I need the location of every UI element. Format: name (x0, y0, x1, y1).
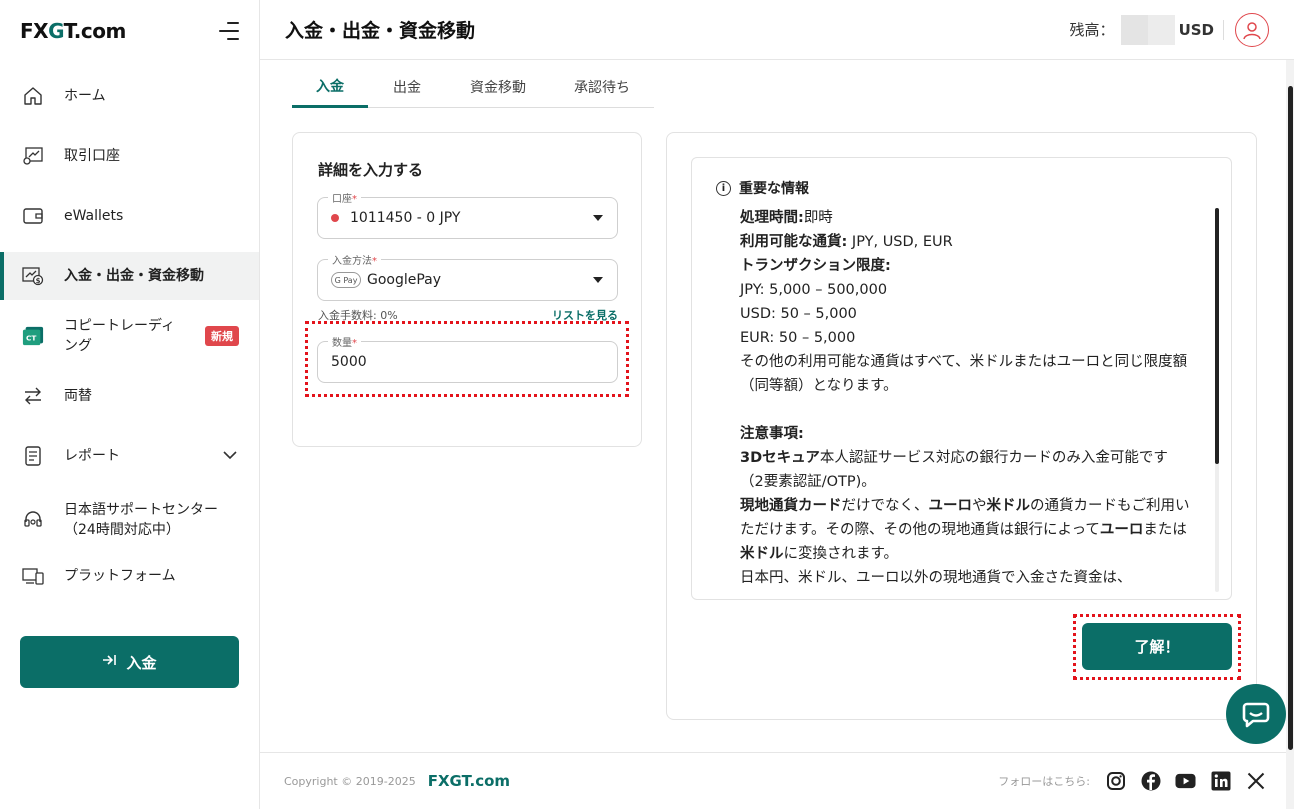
copy-trading-icon: CT (22, 325, 44, 347)
funds-tabs: 入金 出金 資金移動 承認待ち (292, 66, 654, 108)
sidebar-item-copy-trading[interactable]: CT コピートレーディング 新規 (0, 312, 259, 360)
deposit-withdraw-icon: $ (22, 265, 44, 287)
dropdown-caret-icon (593, 277, 603, 283)
balance-display: 残高： USD (1070, 14, 1214, 45)
sidebar-item-home[interactable]: ホーム (0, 72, 259, 120)
sidebar-deposit-button[interactable]: 入金 (20, 636, 239, 688)
info-heading: i 重要な情報 (716, 178, 809, 198)
sidebar-item-label: レポート (64, 448, 120, 464)
sidebar: FXGT.com ホーム 取引口座 eWallets $ 入金・出金・資金移動 … (0, 0, 260, 809)
linkedin-icon[interactable] (1210, 771, 1231, 792)
sidebar-item-label: 日本語サポートセンター（24時間対応中） (64, 502, 218, 538)
account-value: 1011450 - 0 JPY (350, 210, 461, 226)
sidebar-item-funds[interactable]: $ 入金・出金・資金移動 (0, 252, 259, 300)
x-icon[interactable] (1245, 771, 1266, 792)
footer-brand-link[interactable]: FXGT.com (428, 772, 510, 790)
menu-toggle-icon[interactable] (219, 22, 239, 40)
wallet-icon (22, 205, 44, 227)
account-select[interactable]: 口座* 1011450 - 0 JPY (317, 190, 618, 239)
info-icon: i (716, 180, 731, 196)
social-links (1105, 771, 1266, 792)
report-icon (22, 445, 44, 467)
fee-row: 入金手数料: 0% リストを見る (318, 307, 618, 321)
top-header: 入金・出金・資金移動 残高： USD (260, 0, 1294, 60)
highlight-box-amount (305, 321, 629, 397)
sidebar-item-trading-account[interactable]: 取引口座 (0, 132, 259, 180)
payment-method-select[interactable]: 入金方法* G Pay GooglePay (317, 252, 618, 301)
dropdown-caret-icon (593, 215, 603, 221)
payment-method-value: GooglePay (367, 272, 442, 288)
logo-row: FXGT.com (0, 0, 259, 62)
fxgt-logo[interactable]: FXGT.com (20, 19, 126, 43)
tab-pending[interactable]: 承認待ち (550, 66, 654, 107)
page-title: 入金・出金・資金移動 (285, 20, 476, 42)
sidebar-item-label: 両替 (64, 388, 92, 404)
instagram-icon[interactable] (1105, 771, 1126, 792)
sidebar-item-label: コピートレーディング (64, 318, 176, 354)
google-pay-icon: G Pay (331, 272, 361, 288)
facebook-icon[interactable] (1140, 771, 1161, 792)
follow-text: フォローはこちら: (998, 775, 1090, 788)
youtube-icon[interactable] (1175, 771, 1196, 792)
header-divider (1223, 19, 1224, 40)
login-arrow-icon (102, 653, 118, 671)
sidebar-item-label: eWallets (64, 208, 124, 224)
account-status-dot (331, 214, 339, 222)
fee-text: 入金手数料: 0% (318, 309, 398, 321)
tab-withdraw[interactable]: 出金 (368, 66, 446, 107)
sidebar-item-platform[interactable]: プラットフォーム (0, 552, 259, 600)
user-avatar-icon[interactable] (1235, 12, 1269, 47)
balance-mask (1120, 14, 1175, 45)
sidebar-item-ewallets[interactable]: eWallets (0, 192, 259, 240)
home-icon (22, 85, 44, 107)
platform-icon (22, 565, 44, 587)
info-scrollbar[interactable] (1215, 208, 1219, 592)
sidebar-item-label: プラットフォーム (64, 568, 176, 584)
tab-transfer[interactable]: 資金移動 (446, 66, 550, 107)
footer: Copyright © 2019-2025 FXGT.com フォローはこちら: (260, 752, 1286, 809)
tab-deposit[interactable]: 入金 (292, 66, 368, 108)
sidebar-item-exchange[interactable]: 両替 (0, 372, 259, 420)
page-scrollbar[interactable] (1286, 60, 1294, 809)
exchange-icon (22, 385, 44, 407)
form-title: 詳細を入力する (318, 161, 424, 179)
svg-text:$: $ (36, 277, 41, 285)
copyright-text: Copyright © 2019-2025 (284, 774, 416, 788)
trading-account-icon (22, 145, 44, 167)
info-scrollbar-thumb[interactable] (1215, 208, 1219, 464)
chevron-down-icon[interactable] (223, 448, 237, 464)
sidebar-item-report[interactable]: レポート (0, 432, 259, 480)
sidebar-item-support[interactable]: 日本語サポートセンター（24時間対応中） (0, 492, 259, 548)
sidebar-item-label: 入金・出金・資金移動 (64, 268, 204, 284)
sidebar-item-label: ホーム (64, 88, 106, 104)
sidebar-item-label: 取引口座 (64, 148, 120, 164)
info-content: 処理時間:即時 利用可能な通貨: JPY, USD, EUR トランザクション限… (740, 210, 1190, 586)
support-icon (22, 509, 44, 531)
svg-text:CT: CT (26, 334, 36, 343)
chat-icon[interactable] (1226, 684, 1286, 744)
highlight-box-ok (1073, 614, 1241, 680)
important-info-box: i 重要な情報 処理時間:即時 利用可能な通貨: JPY, USD, EUR ト… (691, 157, 1232, 600)
view-list-link[interactable]: リストを見る (552, 307, 618, 321)
new-badge: 新規 (205, 326, 239, 346)
page-scrollbar-thumb[interactable] (1288, 86, 1293, 750)
deposit-form-card: 詳細を入力する 口座* 1011450 - 0 JPY 入金方法* G Pay … (292, 132, 642, 447)
